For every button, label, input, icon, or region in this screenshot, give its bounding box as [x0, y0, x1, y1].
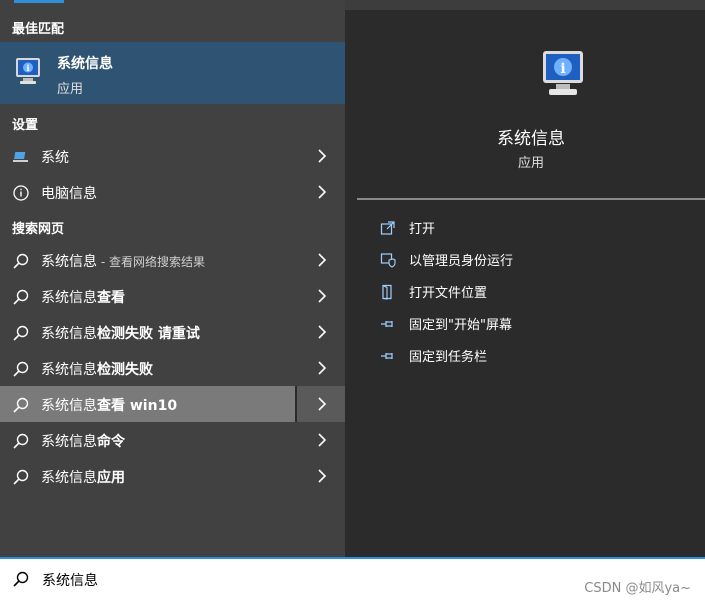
chevron-right-icon: [318, 253, 327, 267]
search-icon: [13, 289, 29, 305]
detail-title: 系统信息: [497, 129, 565, 149]
settings-item-label: 电脑信息: [41, 186, 97, 202]
section-web: 搜索网页: [12, 222, 65, 237]
open-icon: [380, 221, 395, 235]
chevron-right-icon: [318, 433, 327, 447]
row-divider: [295, 386, 297, 422]
info-icon: [13, 185, 29, 201]
web-result-item[interactable]: 系统信息检测失败 请重试: [0, 314, 345, 350]
web-result-item[interactable]: 系统信息 - 查看网络搜索结果: [0, 242, 345, 278]
settings-item-pc-info[interactable]: 电脑信息: [0, 174, 345, 210]
web-result-label: 系统信息应用: [41, 470, 125, 486]
chevron-right-icon: [318, 361, 327, 375]
web-result-item-hovered[interactable]: 系统信息查看 win10: [0, 386, 345, 422]
search-icon: [13, 433, 29, 449]
results-panel: 最佳匹配 i 系统信息 应用 设置 系统 电脑信息 搜索网页 系统信息 - 查看…: [0, 0, 345, 557]
detail-subtitle: 应用: [517, 156, 544, 171]
web-result-label: 系统信息检测失败 请重试: [41, 326, 200, 342]
search-input[interactable]: [40, 567, 544, 593]
best-match-subtitle: 应用: [57, 82, 84, 97]
section-best-match: 最佳匹配: [12, 22, 65, 37]
top-strip: [345, 0, 705, 10]
shield-icon: [380, 253, 396, 268]
web-result-item[interactable]: 系统信息检测失败: [0, 350, 345, 386]
web-result-item[interactable]: 系统信息查看: [0, 278, 345, 314]
search-icon: [13, 397, 29, 413]
search-icon: [13, 253, 29, 269]
pin-icon: [381, 353, 393, 359]
web-result-label: 系统信息查看: [41, 290, 125, 306]
web-result-item[interactable]: 系统信息应用: [0, 458, 345, 494]
action-label: 固定到任务栏: [409, 350, 488, 365]
action-label: 打开文件位置: [409, 286, 488, 301]
chevron-right-icon: [318, 185, 327, 199]
web-result-label: 系统信息检测失败: [41, 362, 153, 378]
search-bar: CSDN @如风ya~: [0, 557, 705, 602]
chevron-right-icon: [318, 289, 327, 303]
chevron-right-icon: [318, 469, 327, 483]
web-result-label: 系统信息命令: [41, 434, 125, 450]
web-result-label: 系统信息 - 查看网络搜索结果: [41, 254, 205, 270]
chevron-right-icon: [318, 325, 327, 339]
chevron-right-icon: [318, 397, 327, 411]
settings-item-label: 系统: [41, 150, 69, 166]
system-info-icon: i: [543, 51, 583, 95]
detail-header: i 系统信息 应用: [357, 22, 705, 198]
action-label: 固定到"开始"屏幕: [409, 318, 512, 333]
svg-text:i: i: [560, 61, 565, 77]
best-match-title: 系统信息: [57, 56, 113, 72]
action-label: 以管理员身份运行: [409, 254, 514, 269]
web-result-label: 系统信息查看 win10: [41, 398, 178, 414]
system-info-icon: i: [16, 58, 40, 84]
settings-item-system[interactable]: 系统: [0, 138, 345, 174]
watermark: CSDN @如风ya~: [584, 581, 691, 596]
tab-indicator: [14, 0, 64, 3]
action-label: 打开: [409, 222, 436, 237]
chevron-right-icon: [318, 149, 327, 163]
detail-panel: i 系统信息 应用 打开 以管理员身份运行 打开文件位置 固定到"开始"屏幕 固…: [357, 22, 705, 557]
section-settings: 设置: [12, 118, 39, 133]
web-result-item[interactable]: 系统信息命令: [0, 422, 345, 458]
folder-icon: [382, 284, 392, 300]
search-icon: [13, 571, 29, 587]
search-icon: [13, 361, 29, 377]
laptop-icon: [13, 152, 28, 162]
detail-separator: [357, 198, 705, 200]
pin-icon: [381, 321, 393, 327]
best-match-item[interactable]: i 系统信息 应用: [0, 42, 345, 104]
search-icon: [13, 469, 29, 485]
search-icon: [13, 325, 29, 341]
svg-text:i: i: [26, 63, 29, 73]
